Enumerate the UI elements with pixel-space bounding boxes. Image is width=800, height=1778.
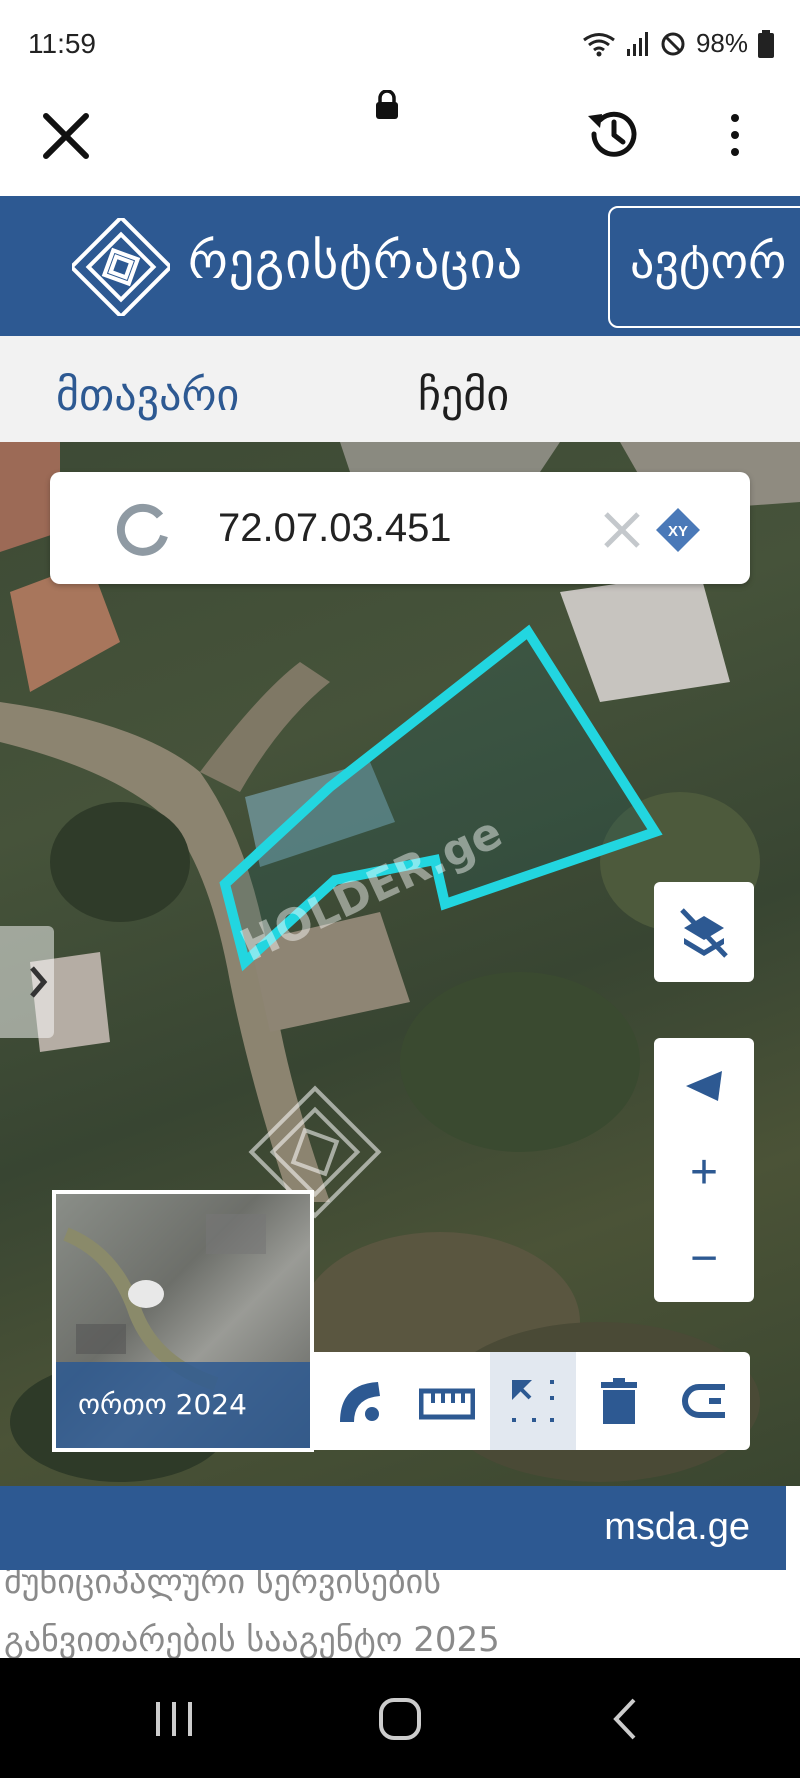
status-icons: 98% bbox=[582, 28, 774, 59]
registry-logo-icon[interactable] bbox=[72, 218, 170, 316]
screen: 11:59 98% რეგისტრაცია ავტორ მთავარი ჩემი… bbox=[0, 0, 800, 1778]
coordinates-xy-button[interactable]: XY bbox=[654, 506, 702, 554]
basemap-label: ორთო 2024 bbox=[56, 1362, 310, 1448]
zoom-controls: + − bbox=[654, 1038, 754, 1302]
tab-my[interactable]: ჩემი bbox=[418, 370, 509, 421]
zoom-out-button[interactable]: − bbox=[654, 1214, 754, 1302]
clear-icon[interactable] bbox=[602, 510, 642, 550]
footer-text: მუნიციპალური სერვისების განვითარების საა… bbox=[0, 1570, 786, 1658]
status-time: 11:59 bbox=[28, 28, 96, 59]
search-input[interactable]: 72.07.03.451 bbox=[218, 506, 452, 551]
history-icon[interactable] bbox=[582, 102, 646, 166]
navigation-arrow-icon bbox=[686, 1071, 722, 1101]
system-navigation-bar bbox=[0, 1658, 800, 1778]
wifi-icon bbox=[583, 32, 615, 56]
trash-icon bbox=[601, 1378, 637, 1424]
side-panel-toggle[interactable] bbox=[0, 926, 54, 1038]
footer-line-1: მუნიციპალური სერვისების bbox=[4, 1570, 441, 1602]
locate-button[interactable] bbox=[654, 1042, 754, 1130]
do-not-disturb-icon bbox=[661, 32, 685, 55]
chevron-right-icon bbox=[30, 966, 48, 998]
footer-link[interactable]: msda.ge bbox=[604, 1506, 750, 1549]
recent-apps-icon[interactable] bbox=[144, 1694, 204, 1744]
cadastral-search-box[interactable]: 72.07.03.451 XY bbox=[50, 472, 750, 584]
expand-icon bbox=[512, 1380, 554, 1422]
xy-label: XY bbox=[668, 523, 688, 540]
tool-measure-area[interactable] bbox=[318, 1352, 404, 1450]
back-icon[interactable] bbox=[596, 1694, 656, 1744]
more-options-icon[interactable] bbox=[720, 110, 750, 160]
footer-banner: msda.ge bbox=[0, 1486, 786, 1570]
login-button[interactable]: ავტორ bbox=[608, 206, 800, 328]
map-tools-toolbar bbox=[314, 1352, 750, 1450]
browser-toolbar bbox=[0, 90, 800, 196]
site-title[interactable]: რეგისტრაცია bbox=[188, 232, 523, 290]
battery-icon bbox=[758, 29, 774, 58]
ruler-icon bbox=[419, 1388, 475, 1420]
area-measure-icon bbox=[340, 1382, 380, 1422]
status-bar: 11:59 98% bbox=[0, 0, 800, 90]
battery-percent: 98% bbox=[695, 28, 748, 58]
home-icon[interactable] bbox=[370, 1694, 430, 1744]
map-view[interactable]: HOLDER.ge 72.07.03.451 XY + − ორთო 2024 bbox=[0, 442, 800, 1486]
close-icon[interactable] bbox=[38, 108, 94, 164]
layers-off-icon bbox=[680, 908, 728, 958]
tool-fullscreen[interactable] bbox=[490, 1352, 576, 1450]
tool-ruler[interactable] bbox=[404, 1352, 490, 1450]
zoom-in-button[interactable]: + bbox=[654, 1128, 754, 1216]
footer-line-2: განვითარების სააგენტო 2025 bbox=[4, 1620, 500, 1658]
lock-icon bbox=[376, 90, 398, 119]
tool-more[interactable] bbox=[662, 1352, 748, 1450]
loading-spinner-icon bbox=[116, 503, 168, 556]
layer-visibility-button[interactable] bbox=[654, 882, 754, 982]
nav-tabs: მთავარი ჩემი bbox=[0, 336, 800, 442]
tab-main[interactable]: მთავარი bbox=[56, 370, 239, 421]
site-header: რეგისტრაცია ავტორ bbox=[0, 196, 800, 336]
magnet-icon bbox=[682, 1384, 725, 1418]
tool-delete[interactable] bbox=[576, 1352, 662, 1450]
basemap-switcher[interactable]: ორთო 2024 bbox=[52, 1190, 314, 1452]
signal-icon bbox=[626, 31, 648, 56]
